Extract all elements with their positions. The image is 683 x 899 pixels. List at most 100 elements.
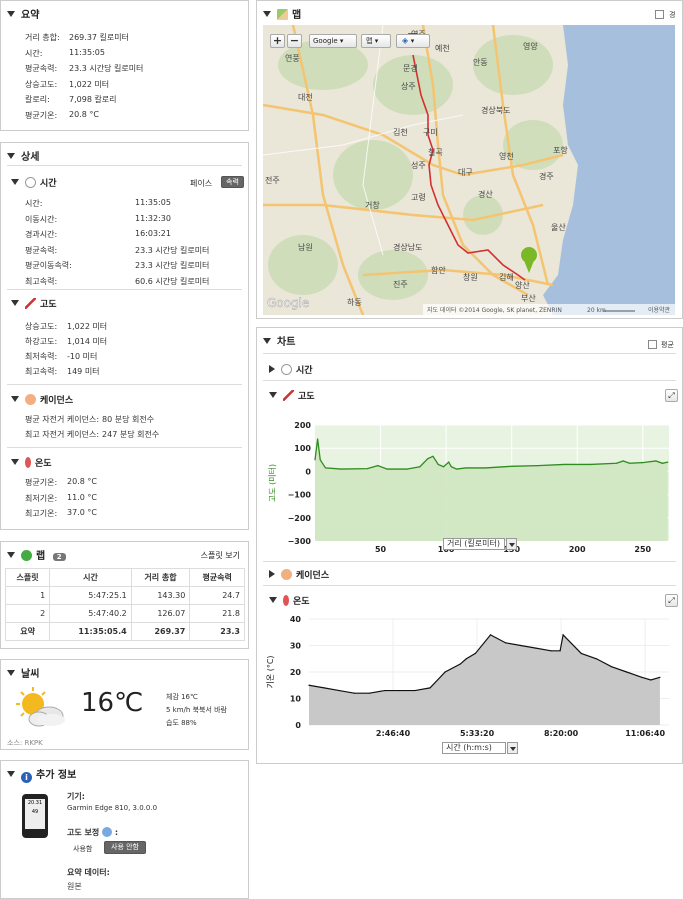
extra-info-panel: i 추가 정보 20.31 49 기기: Garmin Edge 810, 3.0… <box>0 760 249 899</box>
time-section-title: 시간 <box>40 179 57 189</box>
charts-panel: 차트 평균 시간 고도 ⤢ 2001000−100−200−3005010015… <box>256 327 683 764</box>
wind: 5 km/h 북북서 바람 <box>166 706 227 714</box>
map-label-gyeongnam: 경상남도 <box>393 242 422 252</box>
stat-label: 최고속력: <box>25 276 58 286</box>
layers-button[interactable]: ◈ ▾ <box>396 34 430 48</box>
terms-link[interactable]: 이용약관 <box>648 306 671 314</box>
stat-value: 80 분당 회전수 <box>102 415 155 424</box>
table-cell: 5:47:40.2 <box>49 604 132 623</box>
laps-header[interactable]: 랩 2 <box>7 547 66 562</box>
y-axis-title: 고도 (미터) <box>268 464 277 502</box>
cadence-section-header[interactable]: 케이던스 <box>11 393 73 406</box>
temperature-section-header[interactable]: 온도 <box>11 456 52 469</box>
data-point <box>448 461 450 463</box>
elevation-chart-header[interactable]: 고도 <box>269 389 315 402</box>
time-chart-header[interactable]: 시간 <box>269 363 313 376</box>
extra-info-header[interactable]: i 추가 정보 <box>7 766 76 783</box>
chevron-down-icon[interactable] <box>507 742 518 754</box>
expand-icon[interactable]: ⤢ <box>665 594 678 607</box>
map-header[interactable]: 맵 <box>263 6 301 21</box>
elevation-correction-off[interactable]: 사용 안함 <box>104 841 146 854</box>
weather-source: 소스: RKPK <box>7 739 43 747</box>
pace-toggle[interactable]: 페이스 <box>190 178 212 189</box>
laps-summary-row[interactable]: 요약 11:35:05.4 269.37 23.3 <box>4 622 245 641</box>
data-point <box>489 634 492 636</box>
laps-column-header[interactable]: 스플릿 <box>4 568 51 587</box>
details-panel: 상세 시간 페이스 속력 시간: 11:35:05 이동시간: 11:32:30 경과시… <box>0 142 249 530</box>
charts-header[interactable]: 차트 <box>263 333 295 348</box>
zoom-in-button[interactable]: + <box>270 34 285 48</box>
map-title: 맵 <box>292 10 302 21</box>
stat-value: 11:35:05 <box>69 47 105 57</box>
data-point <box>366 468 369 470</box>
details-header[interactable]: 상세 <box>7 148 39 163</box>
elevation-correction-on[interactable]: 사용함 <box>73 844 92 854</box>
summary-header[interactable]: 요약 <box>7 6 39 21</box>
help-icon[interactable] <box>102 827 113 837</box>
temperature-chart-header[interactable]: 온도 <box>269 594 310 607</box>
laps-column-header[interactable]: 시간 <box>49 568 132 587</box>
data-point <box>661 462 664 464</box>
stat-value: 149 미터 <box>67 367 100 376</box>
y-tick-label: 40 <box>290 615 302 624</box>
data-point <box>437 463 439 466</box>
google-logo: Google <box>267 296 309 310</box>
cadence-chart-title: 케이던스 <box>296 571 330 581</box>
table-row[interactable]: 1 5:47:25.1 143.30 24.7 <box>4 586 245 605</box>
stat-value: 269.37 킬로미터 <box>69 33 129 42</box>
laps-panel: 랩 2 스플릿 보기 스플릿 시간 거리 총합 평균속력 1 5:47:25.1 143.… <box>0 541 249 649</box>
temperature-x-axis-select[interactable]: 시간 (h:m:s) <box>442 742 506 754</box>
stat-label: 상승고도: <box>25 322 58 331</box>
data-point <box>474 652 476 655</box>
split-view-link[interactable]: 스플릿 보기 <box>201 550 240 561</box>
avg-checkbox[interactable] <box>648 340 657 349</box>
chevron-down-icon[interactable] <box>506 538 517 550</box>
cadence-chart-header[interactable]: 케이던스 <box>269 568 329 581</box>
divider <box>263 353 676 354</box>
data-point <box>580 652 582 655</box>
data-point <box>465 658 467 660</box>
summary-panel: 요약 거리 총합: 269.37 킬로미터 시간: 11:35:05 평균속력: 23.3… <box>0 0 249 131</box>
stat-label: 평균기온: <box>25 478 58 487</box>
map-type-select[interactable]: 맵 ▾ <box>361 34 391 48</box>
stat-value: 60.6 시간당 킬로미터 <box>135 276 210 286</box>
stat-value: 247 분당 회전수 <box>102 430 160 439</box>
map-label-busan: 부산 <box>521 293 536 303</box>
speed-toggle[interactable]: 속력 <box>221 176 244 188</box>
stat-label: 상승고도: <box>25 79 58 89</box>
stat-label: 시간: <box>25 48 43 58</box>
partly-cloudy-icon <box>16 687 65 727</box>
map-label-yecheon: 예천 <box>435 43 450 53</box>
fullscreen-checkbox[interactable] <box>655 10 664 19</box>
data-point <box>308 684 310 686</box>
data-point <box>314 459 316 461</box>
stat-value: 20.8 °C <box>67 477 97 486</box>
data-point <box>563 463 565 466</box>
map-label-goryeong: 고령 <box>411 193 426 202</box>
laps-column-header[interactable]: 거리 총합 <box>130 568 191 587</box>
map-attribution: 지도 데이터 ©2014 Google, SK planet, ZENRIN <box>427 306 562 314</box>
elevation-x-axis-select[interactable]: 거리 (킬로미터) <box>443 538 505 550</box>
laps-column-header[interactable]: 평균속력 <box>189 568 245 587</box>
stat-value: 16:03:21 <box>135 229 171 238</box>
map-canvas[interactable]: 영주 예천 영양 안동 연풍 문경 대전 상주 경상북도 김천 구미 칠곡 영천… <box>263 25 675 315</box>
table-row[interactable]: 2 5:47:40.2 126.07 21.8 <box>4 604 245 623</box>
stat-label: 최고기온: <box>25 509 58 518</box>
expand-icon[interactable]: ⤢ <box>665 389 678 402</box>
zoom-out-button[interactable]: − <box>287 34 302 48</box>
data-point <box>459 663 461 665</box>
time-section-header[interactable]: 시간 <box>11 176 57 189</box>
data-point <box>535 647 537 649</box>
divider <box>7 289 242 290</box>
data-point <box>427 458 429 460</box>
table-cell: 1 <box>4 586 51 605</box>
stat-value: 11:32:30 <box>135 213 171 223</box>
map-type-label: 맵 <box>366 37 373 45</box>
map-provider-select[interactable]: Google ▾ <box>309 34 357 48</box>
elevation-section-header[interactable]: 고도 <box>11 297 57 310</box>
y-tick-label: 10 <box>290 695 302 704</box>
stat-label: 하강고도: <box>25 337 58 346</box>
table-cell: 2 <box>4 604 51 623</box>
elevation-correction-label: 고도 보정 : <box>67 827 119 837</box>
weather-header[interactable]: 날씨 <box>7 665 39 680</box>
